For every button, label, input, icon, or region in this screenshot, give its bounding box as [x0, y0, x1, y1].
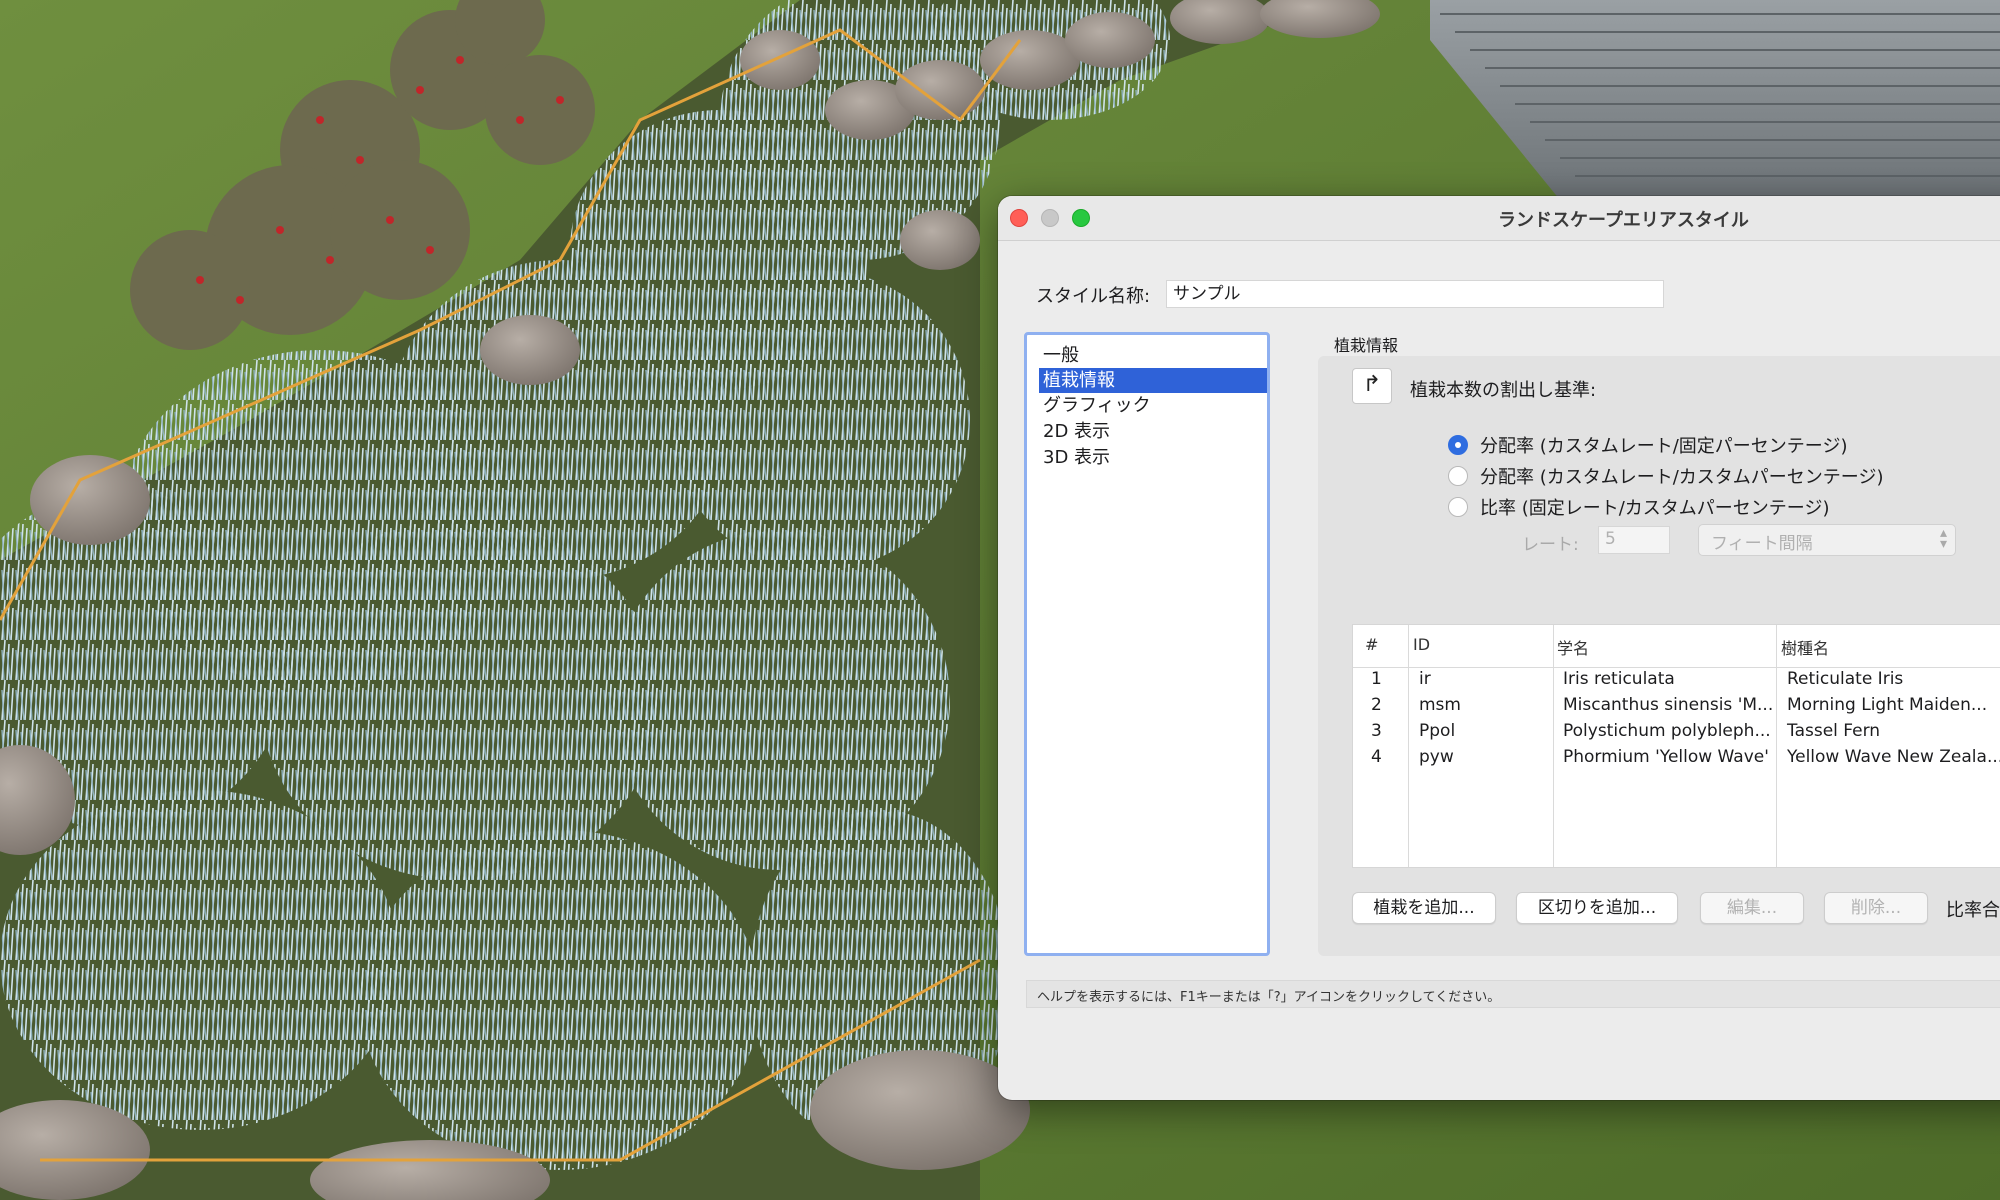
window-title: ランドスケープエリアスタイル: [1498, 210, 1749, 231]
plant-table[interactable]: # ID 学名 樹種名 1 ir Iris reticulata Reticul…: [1352, 624, 2000, 868]
title-bar[interactable]: ランドスケープエリアスタイル: [998, 196, 2000, 241]
calc-basis-label: 植栽本数の割出し基準:: [1410, 380, 1597, 401]
style-name-field[interactable]: サンプル: [1166, 280, 1664, 308]
category-item-graphics[interactable]: グラフィック: [1039, 393, 1267, 418]
cell-id: Ppol: [1419, 721, 1456, 741]
radio-button[interactable]: [1448, 466, 1468, 486]
add-plant-button[interactable]: 植栽を追加...: [1352, 892, 1496, 924]
cell-number: 2: [1371, 695, 1382, 715]
rate-field[interactable]: 5: [1598, 526, 1670, 554]
cell-common-name: Yellow Wave New Zeala...: [1787, 747, 2000, 767]
category-item-general[interactable]: 一般: [1039, 343, 1267, 368]
column-header-number[interactable]: #: [1365, 635, 1378, 654]
radio-button[interactable]: [1448, 435, 1468, 455]
radio-label: 分配率 (カスタムレート/カスタムパーセンテージ): [1480, 467, 1884, 488]
category-list[interactable]: 一般 植栽情報 グラフィック 2D 表示 3D 表示: [1024, 332, 1270, 956]
category-item-2d-display[interactable]: 2D 表示: [1039, 419, 1267, 444]
chevron-updown-icon: ▴ ▾: [1939, 525, 1947, 552]
cell-scientific-name: Iris reticulata: [1563, 669, 1675, 689]
cell-common-name: Morning Light Maiden...: [1787, 695, 1988, 715]
cell-number: 4: [1371, 747, 1382, 767]
table-row[interactable]: 1 ir Iris reticulata Reticulate Iris: [1353, 669, 2000, 695]
cell-common-name: Reticulate Iris: [1787, 669, 1904, 689]
close-icon[interactable]: [1010, 209, 1028, 227]
column-header-scientific-name[interactable]: 学名: [1557, 635, 1589, 659]
cell-scientific-name: Polystichum polybleph...: [1563, 721, 1771, 741]
delete-button[interactable]: 削除...: [1824, 892, 1928, 924]
cell-common-name: Tassel Fern: [1787, 721, 1881, 741]
column-header-id[interactable]: ID: [1413, 635, 1430, 654]
help-bar: ヘルプを表示するには、F1キーまたは「?」アイコンをクリックしてください。: [1026, 980, 2000, 1008]
cell-id: pyw: [1419, 747, 1454, 767]
curved-arrow-icon[interactable]: ↱: [1352, 368, 1392, 404]
edit-button[interactable]: 編集...: [1700, 892, 1804, 924]
unit-select[interactable]: フィート間隔 ▴ ▾: [1698, 524, 1956, 556]
section-title: 植栽情報: [1334, 336, 1399, 355]
cell-id: ir: [1419, 669, 1431, 689]
header-divider: [1353, 667, 2000, 668]
zoom-icon[interactable]: [1072, 209, 1090, 227]
radio-label: 比率 (固定レート/カスタムパーセンテージ): [1480, 498, 1830, 519]
table-row[interactable]: 2 msm Miscanthus sinensis 'M... Morning …: [1353, 695, 2000, 721]
help-text: ヘルプを表示するには、F1キーまたは「?」アイコンをクリックしてください。: [1037, 990, 1501, 1005]
table-row[interactable]: 3 Ppol Polystichum polybleph... Tassel F…: [1353, 721, 2000, 747]
radio-button[interactable]: [1448, 497, 1468, 517]
radio-label: 分配率 (カスタムレート/固定パーセンテージ): [1480, 436, 1848, 457]
category-item-planting-info[interactable]: 植栽情報: [1039, 368, 1267, 393]
cell-scientific-name: Miscanthus sinensis 'M...: [1563, 695, 1774, 715]
table-row[interactable]: 4 pyw Phormium 'Yellow Wave' Yellow Wave…: [1353, 747, 2000, 773]
style-name-label: スタイル名称:: [1036, 286, 1151, 307]
cell-number: 1: [1371, 669, 1382, 689]
cell-number: 3: [1371, 721, 1382, 741]
add-separator-button[interactable]: 区切りを追加...: [1516, 892, 1678, 924]
rate-label: レート:: [1522, 535, 1579, 555]
column-header-common-name[interactable]: 樹種名: [1781, 635, 1829, 659]
landscape-area-style-dialog: ランドスケープエリアスタイル スタイル名称: サンプル 一般 植栽情報 グラフィ…: [998, 196, 2000, 1100]
unit-select-value: フィート間隔: [1711, 534, 1813, 554]
category-item-3d-display[interactable]: 3D 表示: [1039, 445, 1267, 470]
ratio-total-label: 比率合: [1946, 900, 2000, 921]
cell-scientific-name: Phormium 'Yellow Wave': [1563, 747, 1769, 767]
minimize-icon[interactable]: [1041, 209, 1059, 227]
cell-id: msm: [1419, 695, 1461, 715]
